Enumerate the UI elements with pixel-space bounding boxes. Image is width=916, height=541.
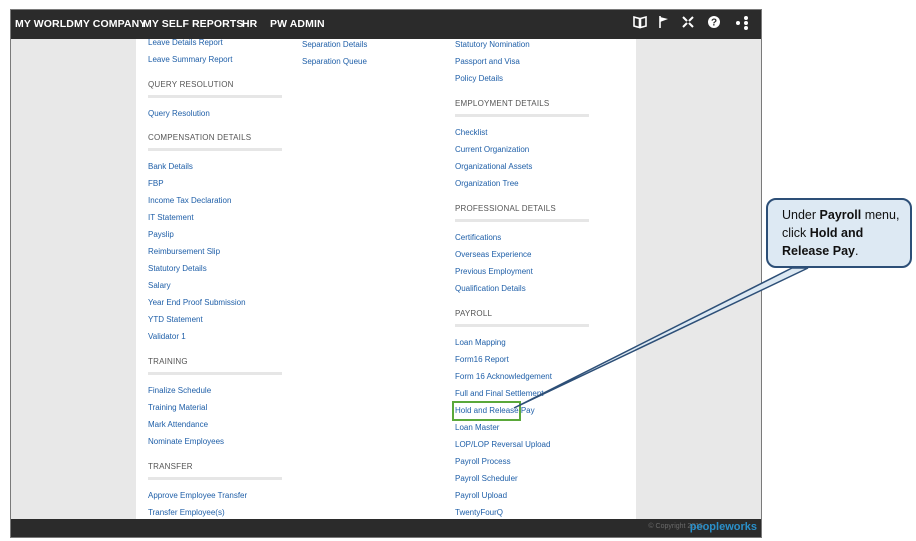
section-professional-details: PROFESSIONAL DETAILS [455, 204, 556, 213]
link-form16-report[interactable]: Form16 Report [455, 354, 509, 365]
link-qualification-details[interactable]: Qualification Details [455, 283, 526, 294]
section-payroll: PAYROLL [455, 309, 493, 318]
divider [455, 114, 589, 117]
link-organization-tree[interactable]: Organization Tree [455, 178, 519, 189]
link-certifications[interactable]: Certifications [455, 232, 501, 243]
link-salary[interactable]: Salary [148, 280, 171, 291]
help-icon[interactable]: ? [705, 15, 723, 33]
callout-text-pre: Under [782, 208, 820, 222]
link-transfer-employees[interactable]: Transfer Employee(s) [148, 507, 225, 518]
link-payroll-upload[interactable]: Payroll Upload [455, 490, 507, 501]
link-payslip[interactable]: Payslip [148, 229, 174, 240]
instruction-callout: Under Payroll menu, click Hold and Relea… [766, 198, 912, 268]
link-finalize-schedule[interactable]: Finalize Schedule [148, 385, 211, 396]
link-organizational-assets[interactable]: Organizational Assets [455, 161, 532, 172]
link-income-tax-declaration[interactable]: Income Tax Declaration [148, 195, 231, 206]
section-compensation-details: COMPENSATION DETAILS [148, 133, 252, 142]
nav-reports[interactable]: REPORTS [192, 10, 243, 39]
link-training-material[interactable]: Training Material [148, 402, 207, 413]
svg-text:?: ? [711, 18, 717, 29]
link-query-resolution[interactable]: Query Resolution [148, 108, 210, 119]
section-training: TRAINING [148, 357, 188, 366]
link-mark-attendance[interactable]: Mark Attendance [148, 419, 208, 430]
link-bank-details[interactable]: Bank Details [148, 161, 193, 172]
link-year-end-proof-submission[interactable]: Year End Proof Submission [148, 297, 246, 308]
nav-pw-admin[interactable]: PW ADMIN [270, 10, 325, 39]
link-it-statement[interactable]: IT Statement [148, 212, 194, 223]
link-twentyfourq[interactable]: TwentyFourQ [455, 507, 503, 518]
link-overseas-experience[interactable]: Overseas Experience [455, 249, 531, 260]
highlight-box [452, 401, 521, 421]
share-icon[interactable] [733, 15, 751, 33]
divider [148, 148, 282, 151]
nav-my-world[interactable]: MY WORLD [15, 10, 74, 39]
link-previous-employment[interactable]: Previous Employment [455, 266, 533, 277]
section-transfer: TRANSFER [148, 462, 193, 471]
book-icon[interactable] [631, 15, 649, 33]
link-current-organization[interactable]: Current Organization [455, 144, 529, 155]
link-ytd-statement[interactable]: YTD Statement [148, 314, 203, 325]
section-employment-details: EMPLOYMENT DETAILS [455, 99, 550, 108]
link-nominate-employees[interactable]: Nominate Employees [148, 436, 224, 447]
link-statutory-nomination[interactable]: Statutory Nomination [455, 39, 530, 50]
link-leave-details-report[interactable]: Leave Details Report [148, 37, 223, 48]
divider [148, 95, 282, 98]
link-reimbursement-slip[interactable]: Reimbursement Slip [148, 246, 220, 257]
link-full-and-final-settlement[interactable]: Full and Final Settlement [455, 388, 544, 399]
link-statutory-details[interactable]: Statutory Details [148, 263, 207, 274]
link-passport-and-visa[interactable]: Passport and Visa [455, 56, 520, 67]
link-leave-summary-report[interactable]: Leave Summary Report [148, 54, 232, 65]
link-separation-queue[interactable]: Separation Queue [302, 56, 367, 67]
link-separation-details[interactable]: Separation Details [302, 39, 367, 50]
divider [148, 477, 282, 480]
footer-bar: © Copyright 2015 peopleworks [11, 519, 761, 537]
brand-logo: peopleworks [689, 521, 757, 533]
callout-text-post: . [854, 244, 859, 258]
section-query-resolution: QUERY RESOLUTION [148, 80, 234, 89]
link-form-16-acknowledgement[interactable]: Form 16 Acknowledgement [455, 371, 552, 382]
link-loan-mapping[interactable]: Loan Mapping [455, 337, 506, 348]
nav-my-self[interactable]: MY SELF [143, 10, 189, 39]
divider [148, 372, 282, 375]
callout-menu-name: Payroll [819, 208, 862, 222]
link-loan-master[interactable]: Loan Master [455, 422, 499, 433]
link-approve-employee-transfer[interactable]: Approve Employee Transfer [148, 490, 247, 501]
menu-panel: Leave Details Report Leave Summary Repor… [136, 37, 636, 519]
divider [455, 219, 589, 222]
nav-hr[interactable]: HR [242, 10, 257, 39]
app-window: MY WORLD MY COMPANY MY SELF REPORTS HR P… [10, 9, 762, 538]
link-checklist[interactable]: Checklist [455, 127, 487, 138]
top-nav-bar: MY WORLD MY COMPANY MY SELF REPORTS HR P… [11, 10, 761, 39]
divider [455, 324, 589, 327]
link-payroll-process[interactable]: Payroll Process [455, 456, 511, 467]
tools-icon[interactable] [679, 15, 697, 33]
link-policy-details[interactable]: Policy Details [455, 73, 503, 84]
link-validator-1[interactable]: Validator 1 [148, 331, 186, 342]
link-payroll-scheduler[interactable]: Payroll Scheduler [455, 473, 518, 484]
flag-icon[interactable] [655, 15, 673, 33]
nav-my-company[interactable]: MY COMPANY [74, 10, 146, 39]
link-fbp[interactable]: FBP [148, 178, 164, 189]
link-lop-reversal-upload[interactable]: LOP/LOP Reversal Upload [455, 439, 550, 450]
